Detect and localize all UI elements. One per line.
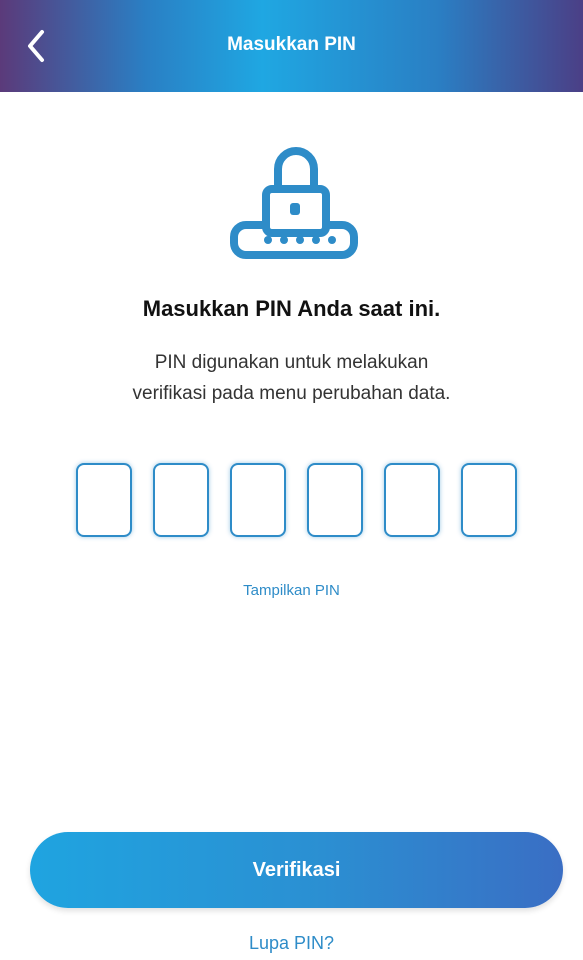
pin-digit-3[interactable] bbox=[230, 463, 286, 537]
page-title: Masukkan PIN bbox=[227, 34, 356, 55]
pin-digit-6[interactable] bbox=[461, 463, 517, 537]
description-line-2: verifikasi pada menu perubahan data. bbox=[132, 383, 451, 404]
lock-illustration bbox=[230, 135, 358, 265]
pin-digit-5[interactable] bbox=[384, 463, 440, 537]
instruction-description: PIN digunakan untuk melakukan verifikasi… bbox=[60, 347, 523, 409]
lock-keypad-icon bbox=[230, 147, 358, 259]
forgot-pin-link[interactable]: Lupa PIN? bbox=[0, 933, 583, 954]
pin-digit-2[interactable] bbox=[153, 463, 209, 537]
verify-button[interactable]: Verifikasi bbox=[30, 832, 563, 908]
instruction-heading: Masukkan PIN Anda saat ini. bbox=[142, 296, 441, 321]
show-pin-link[interactable]: Tampilkan PIN bbox=[0, 582, 583, 599]
description-line-1: PIN digunakan untuk melakukan bbox=[154, 352, 429, 373]
app-header: Masukkan PIN bbox=[0, 0, 583, 92]
pin-digit-4[interactable] bbox=[307, 463, 363, 537]
pin-input-group bbox=[76, 463, 517, 541]
pin-digit-1[interactable] bbox=[76, 463, 132, 537]
pin-entry-screen: Masukkan PIN Masukkan PIN Anda saat ini.… bbox=[0, 0, 583, 960]
